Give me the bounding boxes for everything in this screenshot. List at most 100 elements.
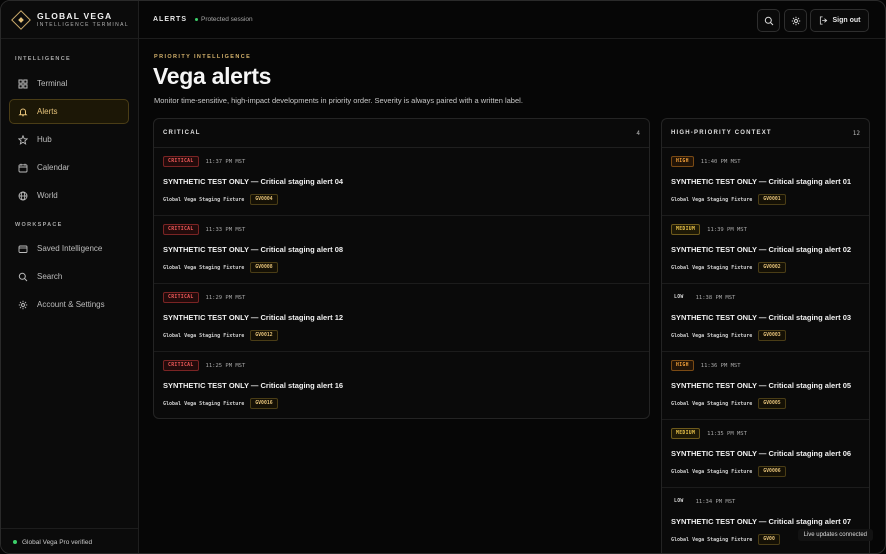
alert-source: Global Vega Staging Fixture: [163, 196, 245, 203]
alert-headline[interactable]: SYNTHETIC TEST ONLY — Critical staging a…: [671, 245, 851, 254]
alert-headline[interactable]: SYNTHETIC TEST ONLY — Critical staging a…: [163, 245, 343, 254]
sidebar-item-label: Calendar: [37, 163, 70, 172]
alert-meta: CRITICAL 11:29 PM MST: [163, 292, 245, 303]
alert-card[interactable]: CRITICAL 11:29 PM MST SYNTHETIC TEST ONLY …: [154, 284, 649, 352]
alert-meta: CRITICAL 11:25 PM MST: [163, 360, 245, 371]
session-status: Protected session: [195, 16, 253, 23]
alert-headline[interactable]: SYNTHETIC TEST ONLY — Critical staging a…: [671, 449, 851, 458]
alert-code-badge: GV0006: [758, 466, 786, 477]
vega-logo-icon: [11, 9, 31, 30]
verified-status: Global Vega Pro verified: [1, 528, 138, 553]
sidebar-item-saved-intelligence[interactable]: Saved Intelligence: [9, 236, 129, 261]
alert-meta: LOW 11:38 PM MST: [671, 292, 735, 303]
alert-source: Global Vega Staging Fixture: [671, 536, 753, 543]
severity-badge: CRITICAL: [163, 292, 199, 303]
calendar-icon: [18, 163, 28, 172]
sidebar-item-label: Account & Settings: [37, 300, 105, 309]
alert-code-badge: GV0008: [250, 262, 278, 273]
alert-source: Global Vega Staging Fixture: [163, 332, 245, 339]
page-section-title: ALERTS: [153, 16, 187, 23]
sign-out-label: Sign out: [832, 17, 861, 24]
live-updates-status: Live updates connected: [797, 529, 873, 541]
alert-time: 11:34 PM MST: [695, 498, 736, 505]
alert-time: 11:39 PM MST: [707, 226, 747, 233]
alert-source-row: Global Vega Staging Fixture GV0004: [163, 194, 278, 205]
alert-source: Global Vega Staging Fixture: [671, 468, 753, 475]
topbar: ALERTS Protected session Sign out: [139, 1, 885, 39]
high-priority-context-panel: HIGH-PRIORITY CONTEXT 12 HIGH 11:40 PM MS…: [661, 118, 870, 553]
alert-code-badge: GV00: [758, 534, 780, 545]
alert-source: Global Vega Staging Fixture: [671, 196, 753, 203]
sign-out-button[interactable]: Sign out: [810, 9, 869, 32]
settings-button[interactable]: [784, 9, 807, 32]
alert-source: Global Vega Staging Fixture: [671, 400, 753, 407]
alert-source-row: Global Vega Staging Fixture GV0006: [671, 466, 786, 477]
alert-meta: HIGH 11:40 PM MST: [671, 156, 741, 167]
alert-card[interactable]: MEDIUM 11:35 PM MST SYNTHETIC TEST ONLY — …: [662, 420, 869, 488]
critical-panel: CRITICAL 4 CRITICAL 11:37 PM MST SYNTHETIC…: [153, 118, 650, 419]
alert-source-row: Global Vega Staging Fixture GV0003: [671, 330, 786, 341]
alert-card[interactable]: LOW 11:34 PM MST SYNTHETIC TEST ONLY — Cri…: [662, 488, 869, 553]
alert-meta: CRITICAL 11:33 PM MST: [163, 224, 245, 235]
sidebar-item-label: Hub: [37, 135, 52, 144]
gear-icon: [791, 16, 800, 25]
star-icon: [18, 134, 28, 145]
alert-time: 11:37 PM MST: [205, 158, 246, 165]
severity-badge: HIGH: [671, 360, 694, 371]
sidebar-item-hub[interactable]: Hub: [9, 127, 129, 152]
alert-card[interactable]: HIGH 11:36 PM MST SYNTHETIC TEST ONLY — Cr…: [662, 352, 869, 420]
alert-headline[interactable]: SYNTHETIC TEST ONLY — Critical staging a…: [163, 177, 343, 186]
sidebar-section-workspace: WORKSPACE: [15, 222, 63, 228]
gear-icon: [18, 300, 28, 309]
brand[interactable]: GLOBAL VEGA INTELLIGENCE TERMINAL: [1, 1, 138, 39]
search-icon: [764, 16, 773, 25]
search-button[interactable]: [757, 9, 780, 32]
page-title: Vega alerts: [153, 63, 272, 89]
alert-source-row: Global Vega Staging Fixture GV0012: [163, 330, 278, 341]
alert-time: 11:35 PM MST: [707, 430, 747, 437]
alert-time: 11:40 PM MST: [700, 158, 741, 165]
alert-meta: HIGH 11:36 PM MST: [671, 360, 741, 371]
alert-time: 11:29 PM MST: [205, 294, 246, 301]
alert-headline[interactable]: SYNTHETIC TEST ONLY — Critical staging a…: [163, 313, 343, 322]
alert-code-badge: GV0012: [250, 330, 278, 341]
alert-code-badge: GV0003: [758, 330, 786, 341]
sign-out-icon: [819, 16, 827, 25]
panel-title: HIGH-PRIORITY CONTEXT: [671, 130, 772, 136]
verified-label: Global Vega Pro verified: [22, 538, 93, 546]
sidebar-item-world[interactable]: World: [9, 183, 129, 208]
sidebar-item-calendar[interactable]: Calendar: [9, 155, 129, 180]
alert-card[interactable]: LOW 11:38 PM MST SYNTHETIC TEST ONLY — Cri…: [662, 284, 869, 352]
alert-card[interactable]: CRITICAL 11:33 PM MST SYNTHETIC TEST ONLY …: [154, 216, 649, 284]
sidebar-item-account-settings[interactable]: Account & Settings: [9, 292, 129, 317]
alert-meta: LOW 11:34 PM MST: [671, 496, 735, 507]
alert-headline[interactable]: SYNTHETIC TEST ONLY — Critical staging a…: [671, 381, 851, 390]
severity-badge: HIGH: [671, 156, 694, 167]
sidebar-section-intelligence: INTELLIGENCE: [15, 56, 71, 62]
alert-source-row: Global Vega Staging Fixture GV0008: [163, 262, 278, 273]
alert-source-row: Global Vega Staging Fixture GV0016: [163, 398, 278, 409]
panel-title: CRITICAL: [163, 130, 201, 136]
alert-headline[interactable]: SYNTHETIC TEST ONLY — Critical staging a…: [671, 313, 851, 322]
status-dot-icon: [13, 540, 17, 544]
alert-card[interactable]: MEDIUM 11:39 PM MST SYNTHETIC TEST ONLY — …: [662, 216, 869, 284]
alert-headline[interactable]: SYNTHETIC TEST ONLY — Critical staging a…: [671, 517, 851, 526]
alert-code-badge: GV0005: [758, 398, 786, 409]
sidebar-item-alerts[interactable]: Alerts: [9, 99, 129, 124]
alert-card[interactable]: CRITICAL 11:25 PM MST SYNTHETIC TEST ONLY …: [154, 352, 649, 418]
sidebar-item-search[interactable]: Search: [9, 264, 129, 289]
brand-tagline: INTELLIGENCE TERMINAL: [37, 22, 130, 28]
grid-icon: [18, 79, 28, 89]
sidebar-item-label: Terminal: [37, 79, 68, 88]
alert-meta: CRITICAL 11:37 PM MST: [163, 156, 245, 167]
alert-card[interactable]: HIGH 11:40 PM MST SYNTHETIC TEST ONLY — Cr…: [662, 148, 869, 216]
globe-icon: [18, 191, 28, 200]
alert-time: 11:36 PM MST: [700, 362, 741, 369]
page-subtitle: Monitor time-sensitive, high-impact deve…: [154, 96, 523, 105]
alert-card[interactable]: CRITICAL 11:37 PM MST SYNTHETIC TEST ONLY …: [154, 148, 649, 216]
alert-headline[interactable]: SYNTHETIC TEST ONLY — Critical staging a…: [671, 177, 851, 186]
severity-badge: LOW: [674, 295, 684, 300]
alert-headline[interactable]: SYNTHETIC TEST ONLY — Critical staging a…: [163, 381, 343, 390]
sidebar-item-terminal[interactable]: Terminal: [9, 71, 129, 96]
sidebar-item-label: Saved Intelligence: [37, 244, 103, 253]
